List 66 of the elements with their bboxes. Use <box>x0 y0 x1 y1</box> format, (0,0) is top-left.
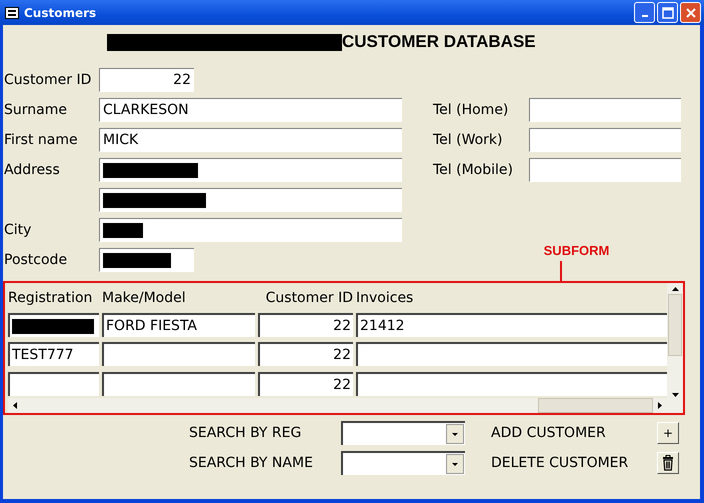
text-field[interactable]: 22 <box>99 68 194 92</box>
table-cell[interactable] <box>102 342 255 366</box>
scrollbar-thumb[interactable] <box>538 398 653 413</box>
field-label: Surname <box>3 102 68 118</box>
action-label: DELETE CUSTOMER <box>491 455 630 471</box>
field-label: Tel (Home) <box>432 102 510 118</box>
minimize-icon <box>642 15 648 17</box>
text-field[interactable]: CLARKESON <box>99 98 402 122</box>
table-cell[interactable] <box>8 372 99 396</box>
table-cell[interactable]: FORD FIESTA <box>102 313 255 338</box>
add-button[interactable]: + <box>657 422 679 444</box>
window-title: Customers <box>24 6 96 20</box>
trash-icon <box>662 455 674 471</box>
text-field[interactable] <box>529 128 681 152</box>
text-field[interactable] <box>529 98 681 122</box>
field-label: City <box>3 222 32 238</box>
table-cell[interactable] <box>8 313 99 338</box>
action-label: ADD CUSTOMER <box>491 425 607 441</box>
table-cell[interactable]: 22 <box>258 313 353 338</box>
down-arrow-icon[interactable] <box>672 393 678 397</box>
form-heading: CUSTOMER DATABASE <box>342 32 536 52</box>
field-label: Customer ID <box>3 72 92 88</box>
scrollbar-thumb[interactable] <box>668 294 682 356</box>
text-field[interactable] <box>99 218 402 242</box>
text-field[interactable]: MICK <box>99 128 402 152</box>
column-header: Customer ID <box>264 290 353 306</box>
caret-icon[interactable] <box>452 432 458 436</box>
subform-label: SUBFORM <box>544 243 610 258</box>
table-cell[interactable]: 21412 <box>356 313 667 338</box>
text-field[interactable] <box>99 188 402 212</box>
delete-button[interactable] <box>657 452 679 474</box>
column-header: Invoices <box>356 290 414 306</box>
text-field[interactable] <box>99 248 194 272</box>
field-label: Address <box>3 162 61 178</box>
maximize-icon <box>662 6 674 18</box>
maximize-button[interactable] <box>657 2 678 23</box>
search-label: SEARCH BY REG <box>189 425 302 441</box>
close-button[interactable] <box>680 2 701 23</box>
dropdown-field[interactable] <box>341 421 465 445</box>
table-cell[interactable]: 22 <box>258 372 353 396</box>
close-icon <box>686 8 696 18</box>
field-label: First name <box>3 132 79 148</box>
table-cell[interactable]: 22 <box>258 342 353 366</box>
search-label: SEARCH BY NAME <box>189 455 314 471</box>
table-cell[interactable] <box>102 372 255 396</box>
text-field[interactable] <box>529 158 681 182</box>
table-cell[interactable] <box>356 372 667 396</box>
column-header: Make/Model <box>102 290 187 306</box>
minimize-button[interactable] <box>634 2 655 23</box>
column-header: Registration <box>8 290 94 306</box>
field-label: Tel (Work) <box>432 132 504 148</box>
dropdown-field[interactable] <box>341 451 465 475</box>
redaction-bar <box>103 252 171 268</box>
left-arrow-icon[interactable] <box>13 402 17 410</box>
redaction-bar <box>103 222 143 238</box>
form-icon <box>5 6 19 18</box>
vertical-scrollbar[interactable] <box>667 283 683 413</box>
horizontal-scrollbar[interactable] <box>8 398 667 413</box>
up-arrow-icon[interactable] <box>672 287 678 291</box>
field-label: Postcode <box>3 252 68 268</box>
table-cell[interactable]: TEST777 <box>8 342 99 366</box>
text-field[interactable] <box>99 158 402 182</box>
table-cell[interactable] <box>356 342 667 366</box>
field-label: Tel (Mobile) <box>432 162 514 178</box>
caret-icon[interactable] <box>452 462 458 466</box>
right-arrow-icon[interactable] <box>658 402 662 410</box>
